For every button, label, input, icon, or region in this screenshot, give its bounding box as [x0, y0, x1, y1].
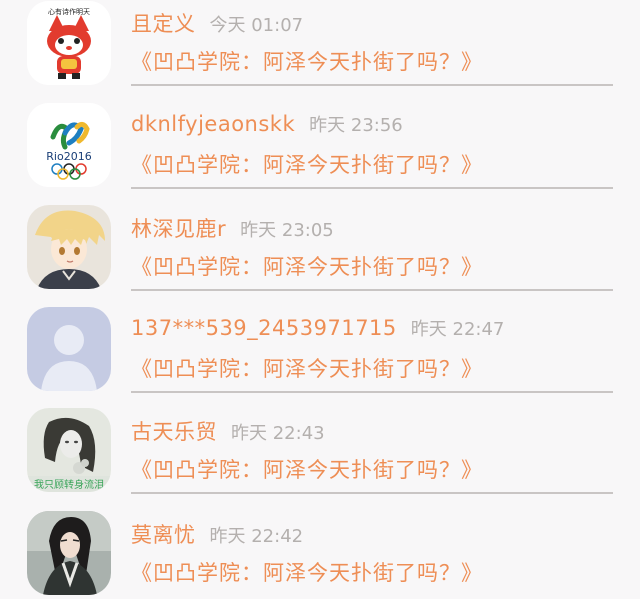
comment-item[interactable]: 莫离忧 昨天 22:42 《凹凸学院：阿泽今天扑街了吗？》 [0, 511, 640, 599]
avatar-caption: 我只顾转身流泪 [34, 478, 104, 491]
divider [131, 289, 613, 291]
comment-list: 心有诗作明天 且定义 今天 01:07 《凹凸学院：阿泽今天扑街了吗？》 Rio… [0, 0, 640, 599]
commenter-name[interactable]: 莫离忧 昨天 22:42 [131, 519, 303, 549]
commenter-name[interactable]: dknlfyjeaonskk 昨天 23:56 [131, 111, 403, 137]
commenter-name[interactable]: 137***539_2453971715 昨天 22:47 [131, 315, 504, 341]
comment-item[interactable]: 137***539_2453971715 昨天 22:47 《凹凸学院：阿泽今天扑… [0, 307, 640, 410]
timestamp: 今天 01:07 [209, 15, 304, 36]
comment-text[interactable]: 《凹凸学院：阿泽今天扑街了吗？》 [131, 149, 483, 179]
username[interactable]: dknlfyjeaonskk [131, 112, 295, 136]
comment-item[interactable]: Rio2016 dknlfyjeaonskk 昨天 23:56 《凹凸学院：阿泽今… [0, 103, 640, 206]
comment-item[interactable]: 林深见鹿r 昨天 23:05 《凹凸学院：阿泽今天扑街了吗？》 [0, 205, 640, 308]
timestamp: 昨天 22:43 [231, 423, 325, 444]
anime-boy-avatar[interactable] [27, 205, 111, 289]
comment-item[interactable]: 我只顾转身流泪 古天乐贸 昨天 22:43 《凹凸学院：阿泽今天扑街了吗？》 [0, 408, 640, 511]
divider [131, 84, 613, 86]
comment-text[interactable]: 《凹凸学院：阿泽今天扑街了吗？》 [131, 353, 483, 383]
commenter-name[interactable]: 林深见鹿r 昨天 23:05 [131, 213, 334, 243]
username[interactable]: 且定义 [131, 12, 196, 36]
commenter-name[interactable]: 且定义 今天 01:07 [131, 8, 303, 38]
avatar-caption: 心有诗作明天 [48, 7, 90, 16]
comment-item[interactable]: 心有诗作明天 且定义 今天 01:07 《凹凸学院：阿泽今天扑街了吗？》 [0, 0, 640, 103]
username[interactable]: 古天乐贸 [131, 420, 217, 444]
username[interactable]: 137***539_2453971715 [131, 316, 397, 340]
divider [131, 391, 613, 393]
divider [131, 492, 613, 494]
username[interactable]: 林深见鹿r [131, 217, 226, 241]
rio2016-logo-avatar[interactable]: Rio2016 [27, 103, 111, 187]
comment-text[interactable]: 《凹凸学院：阿泽今天扑街了吗？》 [131, 46, 483, 76]
timestamp: 昨天 22:42 [209, 526, 304, 547]
default-user-avatar[interactable] [27, 307, 111, 391]
username[interactable]: 莫离忧 [131, 523, 196, 547]
commenter-name[interactable]: 古天乐贸 昨天 22:43 [131, 416, 325, 446]
fox-cartoon-avatar[interactable]: 心有诗作明天 [27, 1, 111, 85]
timestamp: 昨天 23:56 [309, 115, 403, 136]
comment-text[interactable]: 《凹凸学院：阿泽今天扑街了吗？》 [131, 454, 483, 484]
divider [131, 187, 613, 189]
costume-man-avatar[interactable] [27, 511, 111, 595]
comment-text[interactable]: 《凹凸学院：阿泽今天扑街了吗？》 [131, 251, 483, 281]
girl-photo-avatar[interactable]: 我只顾转身流泪 [27, 408, 111, 492]
comment-text[interactable]: 《凹凸学院：阿泽今天扑街了吗？》 [131, 557, 483, 587]
timestamp: 昨天 22:47 [410, 319, 505, 340]
timestamp: 昨天 23:05 [240, 220, 334, 241]
logo-text: Rio2016 [46, 150, 91, 163]
